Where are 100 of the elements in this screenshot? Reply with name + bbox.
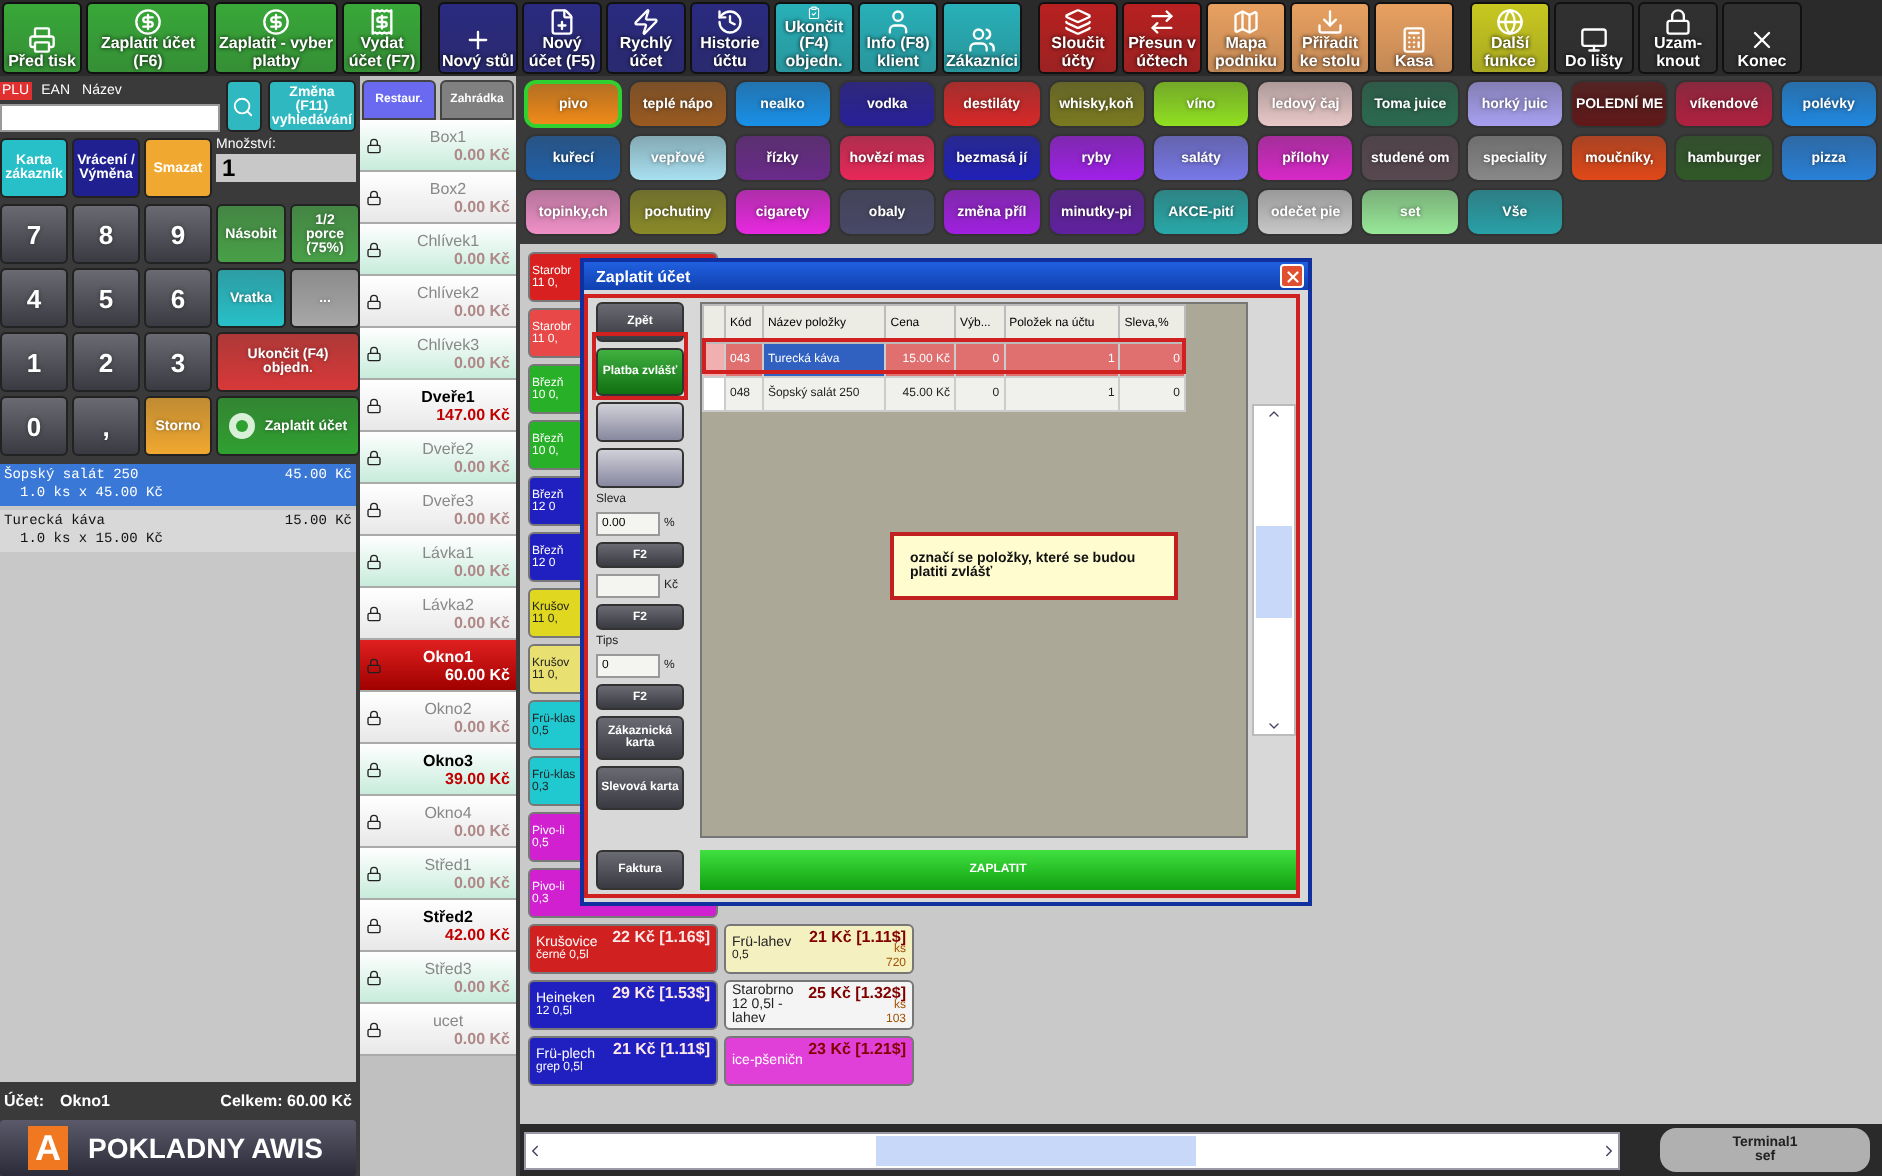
keypad-key[interactable]: 9 xyxy=(144,204,212,264)
toolbar-button[interactable]: Ukončit (F4) objedn. xyxy=(774,2,854,74)
lock-icon xyxy=(366,189,382,205)
receipt-icon xyxy=(368,8,396,37)
lightning-icon xyxy=(632,8,660,37)
close-icon xyxy=(1283,267,1301,285)
account-name: Okno1 xyxy=(60,1092,110,1110)
coin-icon xyxy=(262,8,290,37)
product-price: 29 Kč [1.53$] xyxy=(612,984,710,1002)
toolbar-button[interactable]: Nový stůl xyxy=(438,2,518,74)
toolbar-button[interactable]: Před tisk xyxy=(2,2,82,74)
toolbar-button[interactable]: Konec xyxy=(1722,2,1802,74)
table-button[interactable]: Chlívek2 0.00 Kč xyxy=(360,276,516,328)
lock-icon xyxy=(366,553,382,569)
keypad-key[interactable]: 5 xyxy=(72,268,140,328)
document-plus-icon xyxy=(548,8,576,37)
product-price: 21 Kč [1.11$] xyxy=(613,1040,710,1058)
toolbar-button[interactable]: Zaplatit - vyber platby xyxy=(214,2,338,74)
table-button[interactable]: Dveře2 0.00 Kč xyxy=(360,432,516,484)
table-button[interactable]: Okno4 0.00 Kč xyxy=(360,796,516,848)
blank-button[interactable] xyxy=(596,402,684,442)
toolbar-button[interactable]: Nový účet (F5) xyxy=(522,2,602,74)
product-price: 25 Kč [1.32$] xyxy=(808,984,906,1002)
keyboard-button[interactable] xyxy=(226,80,262,132)
blank-button[interactable] xyxy=(596,448,684,488)
table-button[interactable]: Střed3 0.00 Kč xyxy=(360,952,516,1004)
search-icon xyxy=(232,95,255,117)
table-button[interactable]: Chlívek3 0.00 Kč xyxy=(360,328,516,380)
keypad-key[interactable]: , xyxy=(72,396,140,456)
table-button[interactable]: Chlívek1 0.00 Kč xyxy=(360,224,516,276)
lock-icon xyxy=(366,449,382,465)
table-button[interactable]: Lávka2 0.00 Kč xyxy=(360,588,516,640)
lock-icon xyxy=(366,241,382,257)
scrollbar-thumb[interactable] xyxy=(876,1135,1196,1165)
monitor-icon xyxy=(1580,25,1608,54)
logo-text: POKLADNY AWIS xyxy=(88,1132,323,1164)
table-button[interactable]: Okno3 39.00 Kč xyxy=(360,744,516,796)
logo-mark: A xyxy=(28,1126,68,1170)
keypad-key[interactable]: 2 xyxy=(72,332,140,392)
person-icon xyxy=(884,8,912,37)
keypad-key[interactable]: 7 xyxy=(0,204,68,264)
lock-icon xyxy=(366,501,382,517)
keypad-key[interactable]: 8 xyxy=(72,204,140,264)
table-button[interactable]: Dveře1 147.00 Kč xyxy=(360,380,516,432)
keypad-key[interactable]: 4 xyxy=(0,268,68,328)
table-button[interactable]: Střed2 42.00 Kč xyxy=(360,900,516,952)
toolbar-button[interactable]: Historie účtu xyxy=(690,2,770,74)
lock-icon xyxy=(366,345,382,361)
table-button[interactable]: Okno2 0.00 Kč xyxy=(360,692,516,744)
toolbar-button[interactable]: Rychlý účet xyxy=(606,2,686,74)
lock-icon xyxy=(366,969,382,985)
close-button[interactable] xyxy=(1280,264,1304,288)
amount-field[interactable] xyxy=(596,574,660,598)
lock-icon xyxy=(366,761,382,777)
toolbar-button[interactable]: Sloučit účty xyxy=(1038,2,1118,74)
plus-icon xyxy=(464,25,492,54)
map-icon xyxy=(1232,8,1260,37)
toolbar-button[interactable]: Do lišty xyxy=(1554,2,1634,74)
history-icon xyxy=(716,8,744,37)
toolbar-button[interactable]: Přesun v účtech xyxy=(1122,2,1202,74)
keypad-key[interactable]: 1 xyxy=(0,332,68,392)
search-field[interactable] xyxy=(0,104,220,132)
table-button[interactable]: Okno1 60.00 Kč xyxy=(360,640,516,692)
vertical-scrollbar[interactable] xyxy=(1252,404,1296,736)
table-button[interactable]: Box1 0.00 Kč xyxy=(360,120,516,172)
product-price: 21 Kč [1.11$] xyxy=(809,928,906,946)
table-button[interactable]: ucet 0.00 Kč xyxy=(360,1004,516,1056)
keypad-key[interactable]: 6 xyxy=(144,268,212,328)
lock-icon xyxy=(366,397,382,413)
toolbar-button[interactable]: Uzam-knout xyxy=(1638,2,1718,74)
lock-icon xyxy=(366,813,382,829)
toolbar-button[interactable]: Zákazníci xyxy=(942,2,1022,74)
keypad-key[interactable]: 3 xyxy=(144,332,212,392)
table-button[interactable]: Lávka1 0.00 Kč xyxy=(360,536,516,588)
dialog-title: Zaplatit účet xyxy=(596,267,691,285)
lock-icon xyxy=(366,605,382,621)
table-button[interactable]: Box2 0.00 Kč xyxy=(360,172,516,224)
arrows-icon xyxy=(1148,8,1176,37)
lock-icon xyxy=(366,865,382,881)
download-icon xyxy=(1316,8,1344,37)
lock-icon xyxy=(366,917,382,933)
layers-icon xyxy=(1064,8,1092,37)
coin-icon xyxy=(228,412,257,440)
toolbar-button[interactable]: Info (F8) klient xyxy=(858,2,938,74)
keypad-key[interactable]: 0 xyxy=(0,396,68,456)
quantity-field[interactable]: 1 xyxy=(216,154,356,182)
table-button[interactable]: Dveře3 0.00 Kč xyxy=(360,484,516,536)
calculator-icon xyxy=(1400,25,1428,54)
table-button[interactable]: Střed1 0.00 Kč xyxy=(360,848,516,900)
globe-icon xyxy=(1496,8,1524,37)
lock-icon xyxy=(366,657,382,673)
people-icon xyxy=(968,25,996,54)
toolbar-button[interactable]: Vydat účet (F7) xyxy=(342,2,422,74)
product-price: 22 Kč [1.16$] xyxy=(612,928,710,946)
toolbar-button[interactable]: Zaplatit účet (F6) xyxy=(86,2,210,74)
product-price: 23 Kč [1.21$] xyxy=(808,1040,906,1058)
horizontal-scrollbar[interactable] xyxy=(524,1131,1620,1169)
lock-icon xyxy=(366,293,382,309)
lock-icon xyxy=(366,1021,382,1037)
scrollbar-thumb[interactable] xyxy=(1256,526,1292,618)
